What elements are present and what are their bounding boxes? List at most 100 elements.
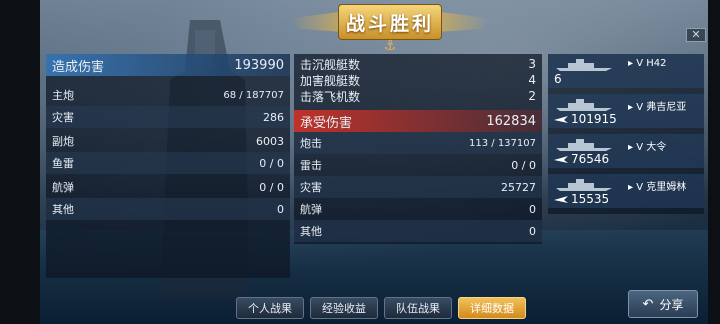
stat-label: 其他 xyxy=(300,225,322,238)
ship-card[interactable]: ▸ V 克里姆林 15535 xyxy=(548,174,704,208)
stat-label: 雷击 xyxy=(300,159,322,172)
stat-value: 113 / 137107 xyxy=(469,137,536,149)
stat-label: 主炮 xyxy=(52,89,74,102)
ship-rank: V xyxy=(636,102,644,113)
damage-received-value: 162834 xyxy=(486,113,536,129)
ship-stat: 6 xyxy=(554,72,562,86)
ship-name: 克里姆林 xyxy=(646,182,687,193)
stat-label: 灾害 xyxy=(300,181,322,194)
page-title: 战斗胜利 xyxy=(345,12,434,35)
stat-row: 副炮 6003 xyxy=(46,130,290,152)
share-button[interactable]: ↶ 分享 xyxy=(628,290,698,318)
team-ships-panel: ▸ V H42 6 ▸ V 弗吉尼亚 101915 ▸ V 大令 76546 ▸… xyxy=(548,54,704,214)
left-edge xyxy=(0,0,40,324)
stat-row: 航弹 0 / 0 xyxy=(46,176,290,198)
stat-row: 灾害 286 xyxy=(46,106,290,128)
damage-dealt-panel: 造成伤害 193990 主炮 68 / 187707 灾害 286 副炮 600… xyxy=(46,54,290,278)
damage-received-panel: 击沉舰艇数 3 加害舰艇数 4 击落飞机数 2 承受伤害 162834 炮击 1… xyxy=(294,54,542,244)
camera-icon: ▸ xyxy=(628,182,634,193)
stat-value: 0 xyxy=(529,202,536,216)
stat-label: 航弹 xyxy=(52,181,74,194)
stat-row: 炮击 113 / 137107 xyxy=(294,132,542,154)
tab-personal-results[interactable]: 个人战果 xyxy=(236,297,304,319)
ship-card[interactable]: ▸ V 大令 76546 xyxy=(548,134,704,168)
stat-value: 3 xyxy=(528,57,536,71)
ship-rank: V xyxy=(636,142,644,153)
ship-damage: 101915 xyxy=(571,112,617,126)
stat-value: 4 xyxy=(528,73,536,87)
ship-card[interactable]: ▸ V 弗吉尼亚 101915 xyxy=(548,94,704,128)
camera-icon: ▸ xyxy=(628,58,634,69)
damage-dealt-value: 193990 xyxy=(234,57,284,73)
ship-stat: 101915 xyxy=(554,112,617,126)
plane-icon xyxy=(554,196,568,203)
stat-label: 击落飞机数 xyxy=(300,89,361,104)
ship-icon xyxy=(556,59,612,71)
stat-row: 雷击 0 / 0 xyxy=(294,154,542,176)
share-arrow-icon: ↶ xyxy=(642,296,654,312)
stat-row: 航弹 0 xyxy=(294,198,542,220)
ship-rank: V xyxy=(636,58,644,69)
kill-stat-row: 击落飞机数 2 xyxy=(294,88,542,104)
stat-label: 鱼雷 xyxy=(52,157,74,170)
anchor-icon: ⚓ xyxy=(383,38,397,54)
ship-tag: ▸ V 大令 xyxy=(628,138,666,153)
damage-received-header: 承受伤害 162834 xyxy=(294,110,542,132)
kill-stat-row: 击沉舰艇数 3 xyxy=(294,56,542,72)
ship-name: H42 xyxy=(646,58,667,69)
right-edge xyxy=(708,0,720,324)
stat-value: 25727 xyxy=(501,180,536,194)
ship-damage: 15535 xyxy=(571,192,610,206)
stat-value: 2 xyxy=(528,89,536,103)
ship-icon xyxy=(556,179,612,191)
ship-damage: 6 xyxy=(554,72,562,86)
plane-icon xyxy=(554,156,568,163)
stat-row: 灾害 25727 xyxy=(294,176,542,198)
stat-label: 加害舰艇数 xyxy=(300,73,361,88)
plane-icon xyxy=(554,116,568,123)
stat-label: 副炮 xyxy=(52,135,74,148)
ship-card[interactable]: ▸ V H42 6 xyxy=(548,54,704,88)
camera-icon: ▸ xyxy=(628,142,634,153)
result-tabs: 个人战果 经验收益 队伍战果 详细数据 xyxy=(236,297,526,321)
stat-label: 灾害 xyxy=(52,111,74,124)
stat-label: 炮击 xyxy=(300,137,322,150)
ship-tag: ▸ V 弗吉尼亚 xyxy=(628,98,686,113)
close-button[interactable]: ✕ xyxy=(686,28,706,42)
stat-value: 0 / 0 xyxy=(259,180,284,194)
stat-row: 主炮 68 / 187707 xyxy=(46,84,290,106)
stat-row: 鱼雷 0 / 0 xyxy=(46,152,290,174)
ship-name: 大令 xyxy=(646,142,667,153)
tab-team-results[interactable]: 队伍战果 xyxy=(384,297,452,319)
stat-value: 0 / 0 xyxy=(511,158,536,172)
tab-experience[interactable]: 经验收益 xyxy=(310,297,378,319)
stat-label: 其他 xyxy=(52,203,74,216)
stat-value: 0 xyxy=(277,202,284,216)
stat-value: 286 xyxy=(263,110,284,124)
ship-tag: ▸ V H42 xyxy=(628,58,667,69)
stat-label: 击沉舰艇数 xyxy=(300,57,361,72)
stat-row: 其他 0 xyxy=(294,220,542,242)
ship-rank: V xyxy=(636,182,644,193)
ship-stat: 76546 xyxy=(554,152,609,166)
stat-value: 0 / 0 xyxy=(259,156,284,170)
ship-icon xyxy=(556,139,612,151)
stat-value: 68 / 187707 xyxy=(223,89,284,101)
damage-dealt-label: 造成伤害 xyxy=(52,59,105,75)
tab-detailed-data[interactable]: 详细数据 xyxy=(458,297,526,319)
ship-tag: ▸ V 克里姆林 xyxy=(628,178,686,193)
ship-icon xyxy=(556,99,612,111)
ship-name: 弗吉尼亚 xyxy=(646,102,687,113)
stat-row: 其他 0 xyxy=(46,198,290,220)
ship-stat: 15535 xyxy=(554,192,609,206)
damage-received-label: 承受伤害 xyxy=(300,115,353,131)
stat-value: 0 xyxy=(529,224,536,238)
damage-dealt-header: 造成伤害 193990 xyxy=(46,54,290,76)
ship-damage: 76546 xyxy=(571,152,610,166)
camera-icon: ▸ xyxy=(628,102,634,113)
banner-plate: 战斗胜利 xyxy=(338,4,442,40)
share-label: 分享 xyxy=(659,297,684,312)
stat-value: 6003 xyxy=(256,134,284,148)
victory-banner: 战斗胜利 ⚓ xyxy=(290,0,490,56)
kill-stat-row: 加害舰艇数 4 xyxy=(294,72,542,88)
